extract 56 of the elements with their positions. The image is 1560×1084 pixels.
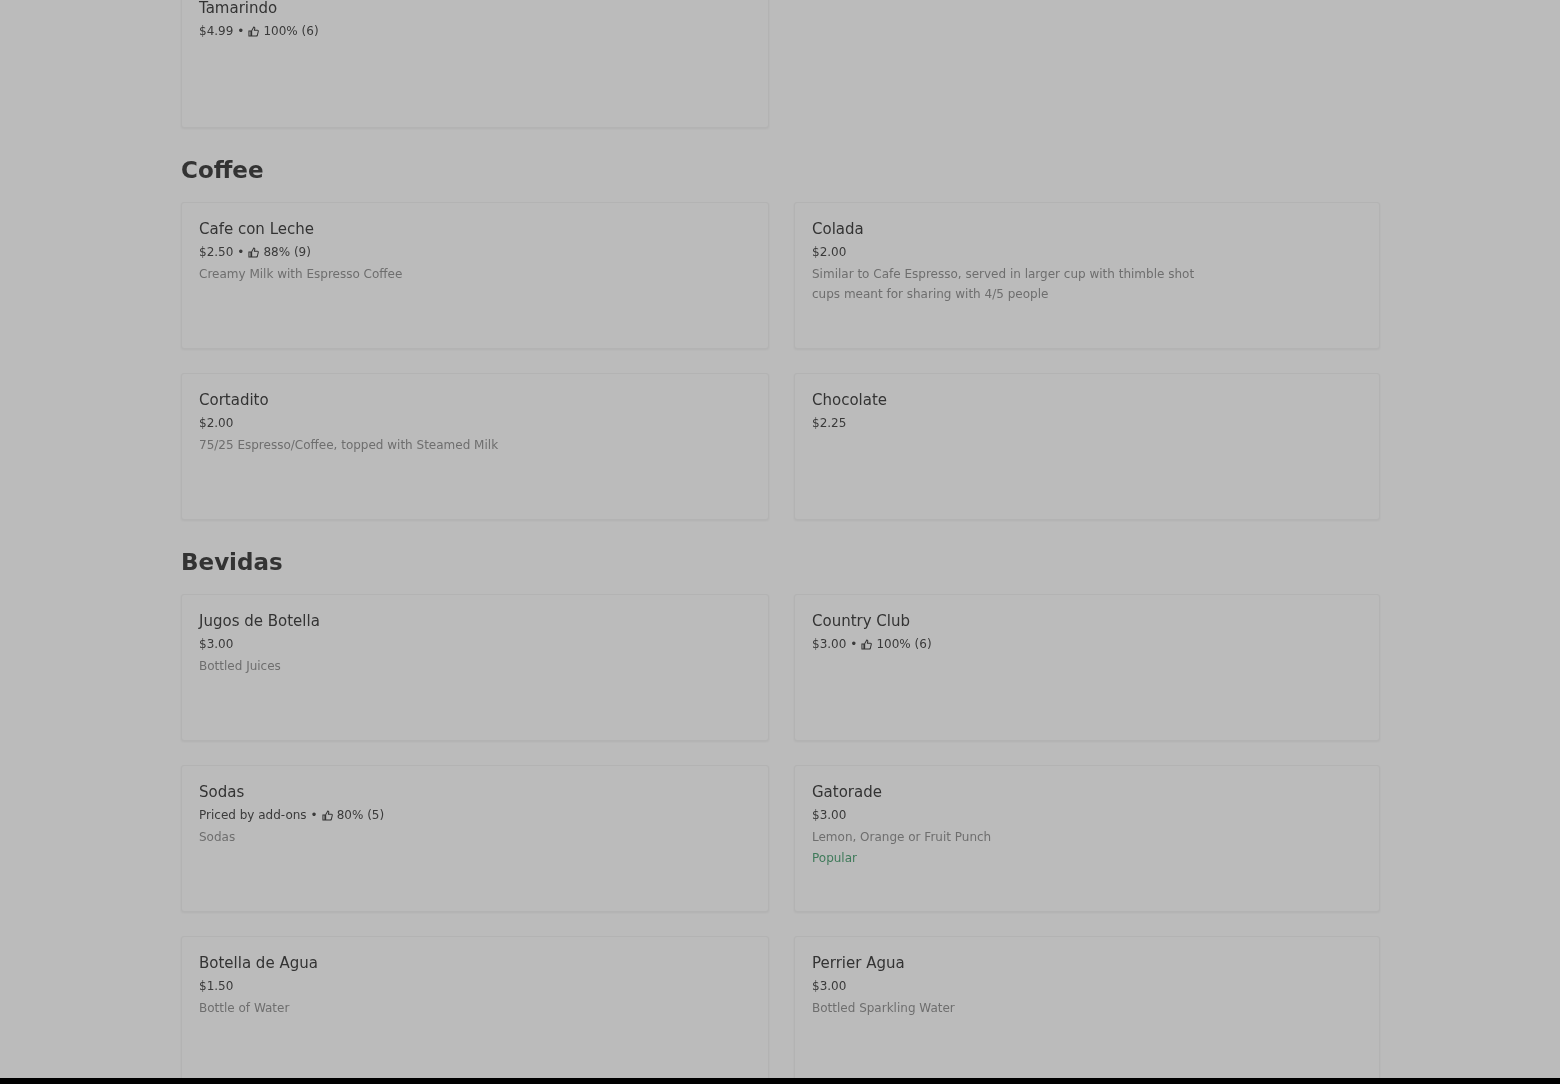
item-description: 75/25 Espresso/Coffee, topped with Steamed Milk (199, 437, 500, 454)
thumbs-up-icon (321, 809, 333, 821)
menu-item-card[interactable]: Sodas Priced by add-ons • 80% (5) Sodas (181, 765, 769, 912)
item-name: Colada (812, 219, 864, 240)
separator-dot: • (850, 636, 858, 653)
separator-dot: • (237, 244, 245, 261)
item-name: Botella de Agua (199, 953, 318, 974)
item-price: $2.25 (812, 415, 847, 432)
item-name: Perrier Agua (812, 953, 905, 974)
menu-item-card[interactable]: Cafe con Leche $2.50 • 88% (9) Creamy Milk with Espresso Coffee (181, 202, 769, 349)
menu-item-card[interactable]: Botella de Agua $1.50 Bottle of Water (181, 936, 769, 1078)
thumbs-up-icon (248, 25, 260, 37)
item-name: Cafe con Leche (199, 219, 314, 240)
menu-item-card[interactable]: Perrier Agua $3.00 Bottled Sparkling Water (794, 936, 1380, 1078)
separator-dot: • (310, 807, 318, 824)
item-rating: 100% (6) (263, 23, 319, 40)
menu-item-card[interactable]: Tamarindo $4.99 • 100% (6) (181, 0, 769, 128)
section-heading: Coffee (181, 156, 264, 185)
item-price: $4.99 (199, 23, 234, 40)
thumbs-up-icon (861, 638, 873, 650)
item-description: Creamy Milk with Espresso Coffee (199, 266, 404, 283)
item-description: Bottled Juices (199, 658, 282, 675)
menu-item-card[interactable]: Cortadito $2.00 75/25 Espresso/Coffee, topped with Steamed Milk (181, 373, 769, 520)
item-name: Gatorade (812, 782, 882, 803)
menu-item-card[interactable]: Chocolate $2.25 (794, 373, 1380, 520)
item-price: Priced by add-ons (199, 807, 307, 824)
item-name: Tamarindo (199, 0, 278, 19)
item-price: $1.50 (199, 978, 234, 995)
item-description: Bottle of Water (199, 1000, 291, 1017)
popular-label: Popular (812, 850, 857, 867)
item-price: $3.00 (812, 978, 847, 995)
item-price: $3.00 (812, 807, 847, 824)
section-heading: Bevidas (181, 548, 283, 577)
menu-item-card[interactable]: Jugos de Botella $3.00 Bottled Juices (181, 594, 769, 741)
item-rating: 100% (6) (876, 636, 932, 653)
item-price: $3.00 (812, 636, 847, 653)
item-description: Sodas (199, 829, 237, 846)
menu-item-card[interactable]: Colada $2.00 Similar to Cafe Espresso, served in larger cup with thimble shot cups meant for sharing with 4/5 people (794, 202, 1380, 349)
item-name: Chocolate (812, 390, 888, 411)
item-rating: 80% (5) (336, 807, 385, 824)
item-name: Country Club (812, 611, 911, 632)
item-price: $2.00 (812, 244, 847, 261)
item-price: $2.50 (199, 244, 234, 261)
item-name: Cortadito (199, 390, 269, 411)
menu-item-card[interactable]: Country Club $3.00 • 100% (6) (794, 594, 1380, 741)
item-description: Lemon, Orange or Fruit Punch (812, 829, 993, 846)
thumbs-up-icon (248, 246, 260, 258)
item-description: Similar to Cafe Espresso, served in larger cup with thimble shot cups meant for sharing with 4/5 people (812, 266, 1196, 303)
item-name: Sodas (199, 782, 245, 803)
separator-dot: • (237, 23, 245, 40)
item-name: Jugos de Botella (199, 611, 320, 632)
menu-item-card[interactable]: Gatorade $3.00 Lemon, Orange or Fruit Punch Popular (794, 765, 1380, 912)
item-rating: 88% (9) (263, 244, 311, 261)
item-description: Bottled Sparkling Water (812, 1000, 956, 1017)
item-price: $3.00 (199, 636, 234, 653)
item-price: $2.00 (199, 415, 234, 432)
